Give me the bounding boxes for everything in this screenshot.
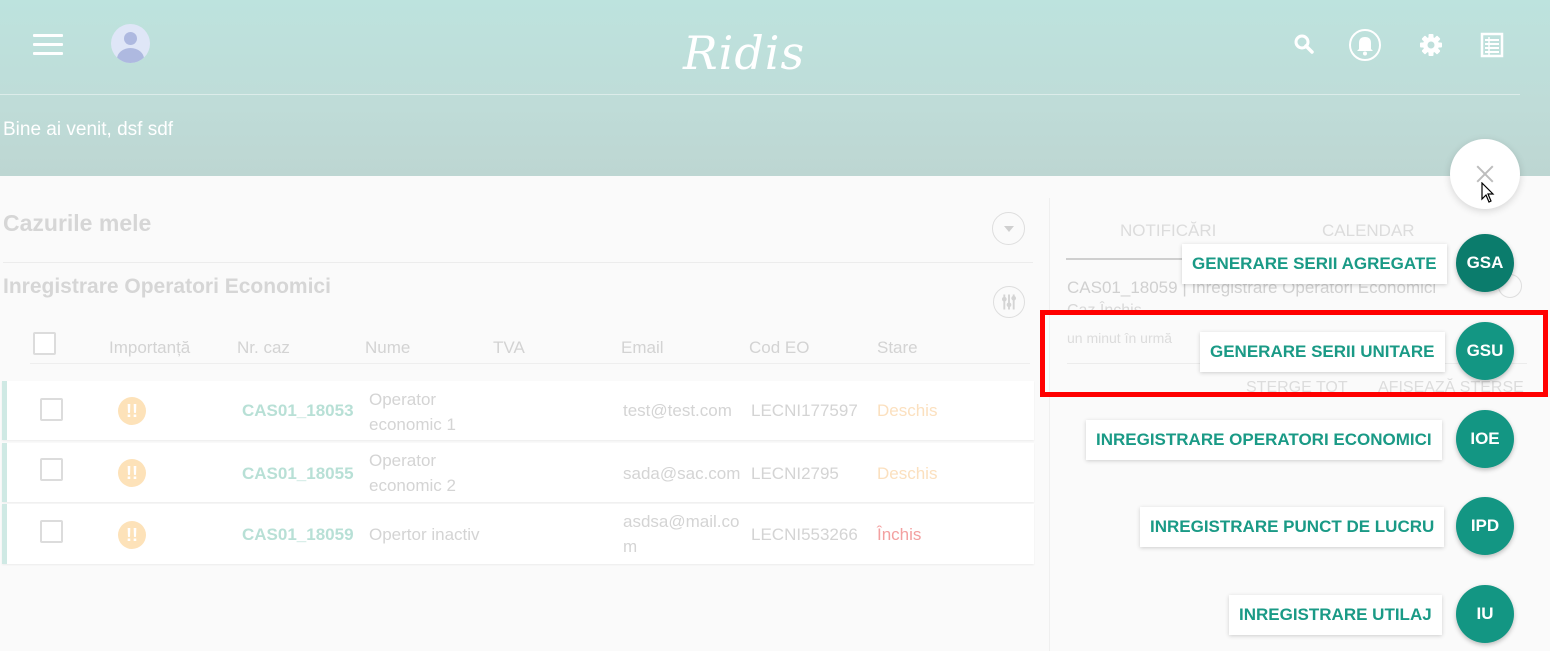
row-checkbox[interactable] [40, 520, 63, 543]
column-header[interactable]: Cod EO [749, 338, 809, 358]
case-number-link[interactable]: CAS01_18059 [242, 522, 354, 547]
app-header: Ridis Bine ai venit, dsf sdf [0, 0, 1550, 176]
importance-icon: !! [118, 459, 146, 487]
chevron-down-icon[interactable] [992, 212, 1025, 245]
section-title: Inregistrare Operatori Economici [3, 275, 331, 298]
column-header[interactable]: Stare [877, 338, 918, 358]
select-all-checkbox[interactable] [33, 332, 56, 355]
dial-label-ipd[interactable]: INREGISTRARE PUNCT DE LUCRU [1140, 507, 1445, 547]
case-name: Operator [369, 451, 437, 470]
column-header[interactable]: Nume [365, 338, 410, 358]
tab-notifications[interactable]: NOTIFICĂRI [1120, 221, 1216, 241]
status-badge: Deschis [877, 401, 938, 420]
table-header: Importanță Nr. caz Nume TVA Email Cod EO… [0, 330, 1035, 364]
column-header[interactable]: Nr. caz [237, 338, 290, 358]
status-badge: Închis [877, 525, 922, 544]
highlight-box [1040, 310, 1548, 397]
table-row[interactable]: !! CAS01_18053 Operator economic 1 test@… [2, 381, 1034, 440]
divider [30, 363, 1030, 364]
dial-button-ipd[interactable]: IPD [1456, 497, 1514, 555]
filter-icon[interactable] [993, 286, 1025, 318]
sheet-icon[interactable] [1475, 28, 1509, 62]
dial-button-gsa[interactable]: GSA [1456, 234, 1514, 292]
case-number-link[interactable]: CAS01_18053 [242, 398, 354, 423]
menu-icon[interactable] [33, 34, 63, 56]
dial-button-iu[interactable]: IU [1456, 585, 1514, 643]
welcome-text: Bine ai venit, dsf sdf [3, 119, 174, 140]
case-name: economic 1 [369, 415, 456, 434]
bell-icon[interactable] [1348, 28, 1382, 62]
row-checkbox[interactable] [40, 458, 63, 481]
table-row[interactable]: !! CAS01_18055 Operator economic 2 sada@… [2, 443, 1034, 502]
row-checkbox[interactable] [40, 398, 63, 421]
case-name: economic 2 [369, 476, 456, 495]
table-row[interactable]: !! CAS01_18059 Opertor inactiv asdsa@mai… [2, 504, 1034, 564]
header-divider [0, 94, 1520, 95]
column-header[interactable]: Importanță [109, 338, 190, 358]
dial-label-iu[interactable]: INREGISTRARE UTILAJ [1229, 595, 1442, 635]
importance-icon: !! [118, 397, 146, 425]
case-email: test@test.com [623, 401, 732, 420]
case-email: asdsa@mail.co [623, 512, 740, 531]
importance-icon: !! [118, 521, 146, 549]
case-email: m [623, 537, 638, 556]
status-badge: Deschis [877, 464, 938, 483]
divider [3, 262, 1033, 263]
dial-button-ioe[interactable]: IOE [1456, 410, 1514, 468]
gear-icon[interactable] [1414, 28, 1448, 62]
case-name: Opertor inactiv [369, 525, 480, 544]
case-code: LECNI553266 [751, 525, 858, 544]
case-number-link[interactable]: CAS01_18055 [242, 461, 354, 486]
case-email: sada@sac.com [623, 464, 741, 483]
case-code: LECNI2795 [751, 464, 839, 483]
column-header[interactable]: Email [621, 338, 664, 358]
user-avatar[interactable] [111, 24, 150, 63]
dial-label-gsa[interactable]: GENERARE SERII AGREGATE [1182, 244, 1447, 284]
search-icon[interactable] [1288, 28, 1322, 62]
case-code: LECNI177597 [751, 401, 858, 420]
column-header[interactable]: TVA [493, 338, 525, 358]
cursor-icon [1481, 182, 1495, 203]
cases-title: Cazurile mele [3, 210, 152, 236]
tab-calendar[interactable]: CALENDAR [1322, 221, 1415, 241]
app-logo: Ridis [683, 26, 806, 80]
case-name: Operator [369, 390, 437, 409]
dial-label-ioe[interactable]: INREGISTRARE OPERATORI ECONOMICI [1086, 420, 1442, 460]
